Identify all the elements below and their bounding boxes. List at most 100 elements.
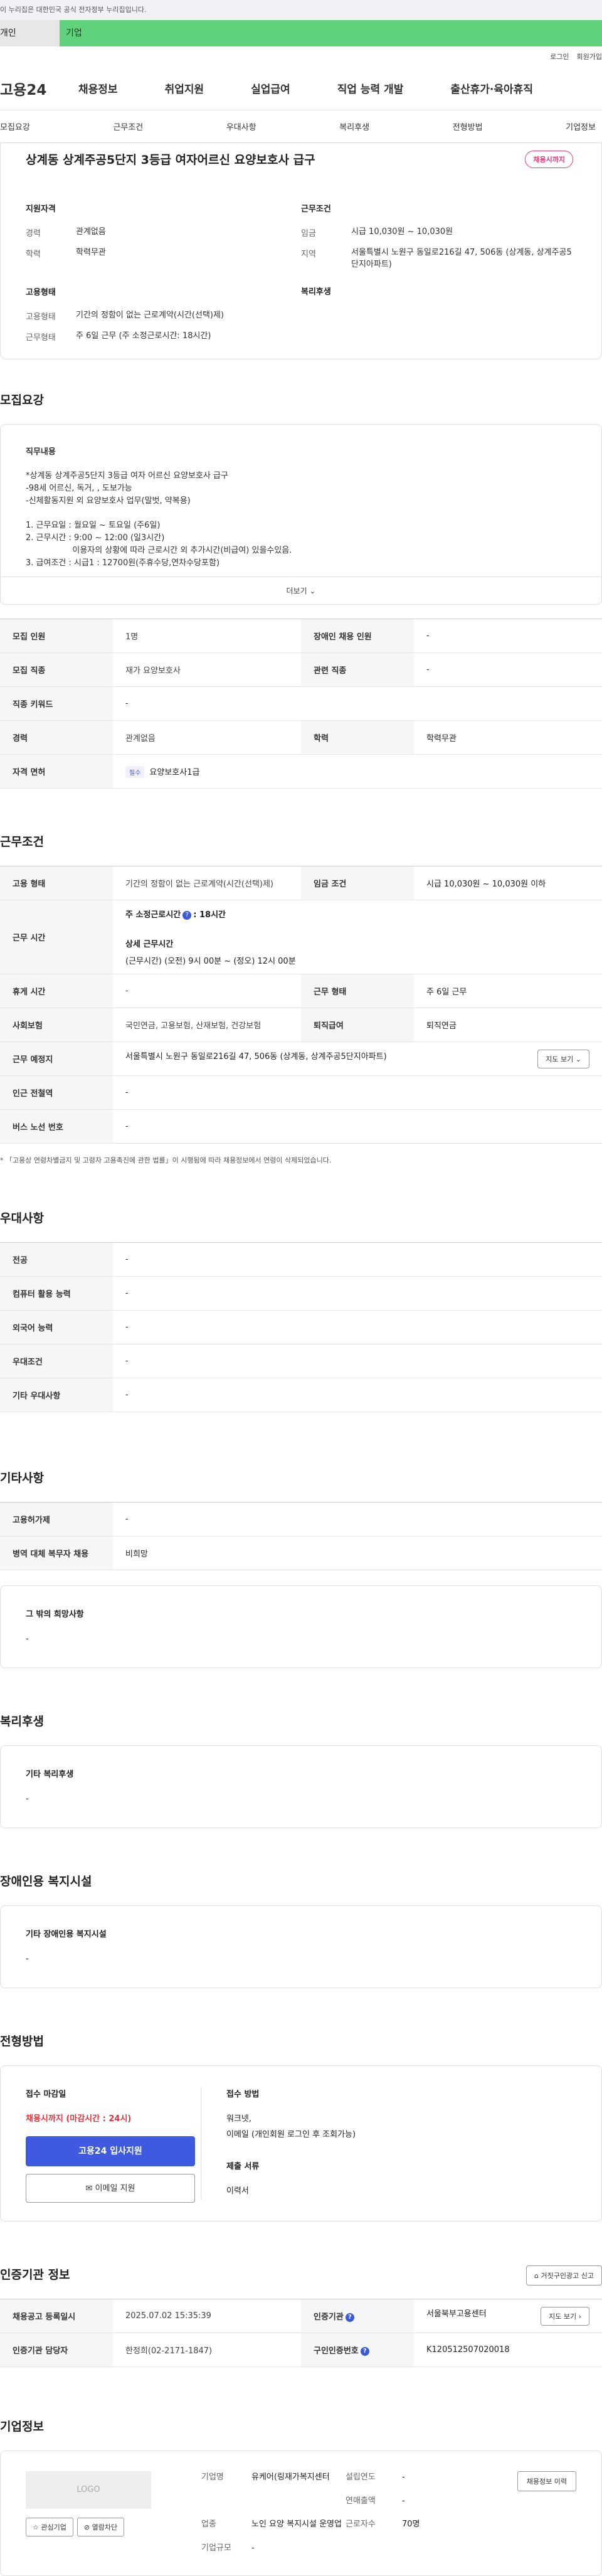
- table-row: 인근 전철역 -: [0, 1075, 602, 1110]
- utility-menu: 로그인 회원가입: [0, 46, 602, 67]
- table-header: 전공: [0, 1242, 113, 1277]
- table-cell: 주 소정근로시간?: 18시간 상세 근무시간 (근무시간) (오전) 9시 0…: [113, 900, 602, 974]
- email-apply-button[interactable]: ✉ 이메일 지원: [26, 2174, 195, 2203]
- info-icon[interactable]: ?: [360, 2346, 369, 2356]
- gnb-item-leave[interactable]: 출산휴가·육아휴직: [450, 80, 533, 96]
- disabled-card-heading: 기타 장애인용 복지시설: [26, 1930, 107, 1939]
- table-row: 병역 대체 복무자 채용 비희망: [0, 1536, 602, 1570]
- welfare-card-value: -: [26, 1794, 29, 1804]
- table-row: 근무 예정지 서울특별시 노원구 동일로216길 47, 506동 (상계동, …: [0, 1041, 602, 1076]
- table-row: 인증기관 담당자 한정희(02-2171-1847) 구인인증번호? K12051…: [0, 2333, 602, 2367]
- table-cell: -: [113, 686, 602, 721]
- table-cell: 재가 요양보호사: [113, 652, 301, 687]
- gnb-item-employment-support[interactable]: 취업지원: [165, 80, 204, 96]
- table-header: 우대조건: [0, 1344, 113, 1378]
- table-row: 고용 형태 기간의 정함이 없는 근로계약(시간(선택)제) 임금 조건 시급 10…: [0, 866, 602, 900]
- table-header: 채용공고 등록일시: [0, 2299, 113, 2333]
- preference-table: 전공 - 컴퓨터 활용 능력 - 외국어 능력 - 우대조건 - 기타 우대사항 -: [0, 1242, 602, 1412]
- section-nav-preference[interactable]: 우대사항: [226, 120, 256, 132]
- table-header: 버스 노선 번호: [0, 1109, 113, 1144]
- company-name-label: 기업명: [201, 2472, 224, 2482]
- workform-value: 주 6일 근무 (주 소정근로시간: 18시간): [76, 331, 211, 341]
- home-icon: ⌂: [534, 2272, 539, 2280]
- map-view-button[interactable]: 지도 보기 ⌄: [537, 1049, 589, 1068]
- table-header: 고용허가제: [0, 1502, 113, 1536]
- gnb-item-unemployment[interactable]: 실업급여: [251, 80, 290, 96]
- table-header: 휴게 시간: [0, 974, 113, 1008]
- table-cell: 주 6일 근무: [414, 974, 602, 1008]
- apply-button[interactable]: 고용24 입사지원: [26, 2136, 195, 2166]
- welfare-section-title: 복리후생: [0, 1715, 44, 1728]
- interest-button[interactable]: ☆ 관심기업: [26, 2518, 73, 2536]
- table-row: 기타 우대사항 -: [0, 1378, 602, 1412]
- join-link[interactable]: 회원가입: [577, 51, 602, 61]
- table-row: 휴게 시간 - 근무 형태 주 6일 근무: [0, 974, 602, 1008]
- qualification-heading: 지원자격: [26, 205, 56, 214]
- site-logo[interactable]: 고용24: [0, 78, 78, 99]
- chevron-right-icon: ›: [578, 2312, 581, 2321]
- table-row: 고용허가제 -: [0, 1502, 602, 1536]
- table-row: 직종 키워드 -: [0, 686, 602, 721]
- info-icon[interactable]: ?: [182, 910, 192, 920]
- table-cell: -: [414, 619, 602, 653]
- table-header: 병역 대체 복무자 채용: [0, 1536, 113, 1570]
- more-button[interactable]: 더보기 ⌄: [1, 577, 601, 604]
- table-cell: 퇴직연금: [414, 1008, 602, 1042]
- table-row: 전공 -: [0, 1242, 602, 1277]
- staff-value: 70명: [402, 2520, 420, 2529]
- gnb-item-jobs[interactable]: 채용정보: [78, 80, 118, 96]
- disabled-card: 기타 장애인용 복지시설 -: [0, 1905, 602, 1988]
- cert-header: 인증기관 정보 ⌂ 거짓구인광고 신고: [0, 2265, 602, 2286]
- table-header: 직종 키워드: [0, 686, 113, 721]
- section-nav-welfare[interactable]: 복리후생: [339, 120, 369, 132]
- table-row: 사회보험 국민연금, 고용보험, 산재보험, 건강보험 퇴직급여 퇴직연금: [0, 1008, 602, 1042]
- company-logo: LOGO: [26, 2471, 151, 2509]
- section-nav-conditions[interactable]: 근무조건: [113, 120, 143, 132]
- table-header: 퇴직급여: [301, 1008, 414, 1042]
- tab-company[interactable]: 기업: [60, 20, 602, 46]
- section-nav-method[interactable]: 전형방법: [453, 120, 483, 132]
- table-row: 경력 관계없음 학력 학력무관: [0, 720, 602, 755]
- table-cell: -: [113, 1276, 602, 1311]
- table-cell: 비희망: [113, 1536, 602, 1570]
- region-label: 지역: [301, 250, 316, 259]
- gov-banner: 이 누리집은 대한민국 공식 전자정부 누리집입니다.: [0, 0, 602, 20]
- recruit-history-button[interactable]: 채용정보 이력: [517, 2471, 576, 2491]
- gnb-item-training[interactable]: 직업 능력 개발: [337, 80, 404, 96]
- employment-heading: 고용형태: [26, 288, 56, 297]
- how-heading: 접수 방법: [226, 2090, 260, 2099]
- duty-line: *상계동 상계주공5단지 3등급 여자 어르신 요양보호사 급구: [26, 471, 228, 481]
- org-label: 인증기관: [314, 2313, 344, 2322]
- section-nav-recruit[interactable]: 모집요강: [0, 120, 30, 132]
- work-section-title: 근무조건: [0, 835, 44, 849]
- conditions-heading: 근무조건: [301, 205, 331, 214]
- table-header: 외국어 능력: [0, 1310, 113, 1344]
- docs-value: 이력서: [226, 2186, 249, 2196]
- experience-label: 경력: [26, 229, 41, 238]
- sales-value: -: [402, 2496, 405, 2506]
- info-icon[interactable]: ?: [345, 2313, 354, 2322]
- other-wishes-heading: 그 밖의 희망사항: [26, 1610, 84, 1619]
- table-row: 외국어 능력 -: [0, 1310, 602, 1344]
- table-header: 고용 형태: [0, 866, 113, 900]
- table-header: 인증기관?: [301, 2299, 414, 2333]
- table-header: 근무 예정지: [0, 1041, 113, 1076]
- report-button[interactable]: ⌂ 거짓구인광고 신고: [526, 2265, 602, 2286]
- block-icon: ⊘: [83, 2523, 90, 2531]
- table-row: 모집 인원 1명 장애인 채용 인원 -: [0, 619, 602, 653]
- table-cell: -: [113, 974, 301, 1008]
- etc-section-title: 기타사항: [0, 1471, 44, 1485]
- industry-label: 업종: [201, 2520, 216, 2529]
- section-nav-company[interactable]: 기업정보: [566, 120, 596, 132]
- welfare-heading: 복리후생: [301, 287, 331, 297]
- table-row: 우대조건 -: [0, 1344, 602, 1378]
- map-view-label: 지도 보기: [546, 1055, 574, 1063]
- tab-personal[interactable]: 개인: [0, 20, 60, 46]
- duty-line: 3. 급여조건 : 시급1 : 12700원(주휴수당,연차수당포함): [26, 558, 220, 568]
- table-cell: -: [113, 1310, 602, 1344]
- table-header: 관련 직종: [301, 652, 414, 687]
- block-button[interactable]: ⊘ 열람차단: [77, 2518, 125, 2536]
- org-map-button[interactable]: 지도 보기 ›: [541, 2306, 589, 2326]
- mail-icon: ✉: [85, 2184, 93, 2193]
- login-link[interactable]: 로그인: [550, 51, 569, 61]
